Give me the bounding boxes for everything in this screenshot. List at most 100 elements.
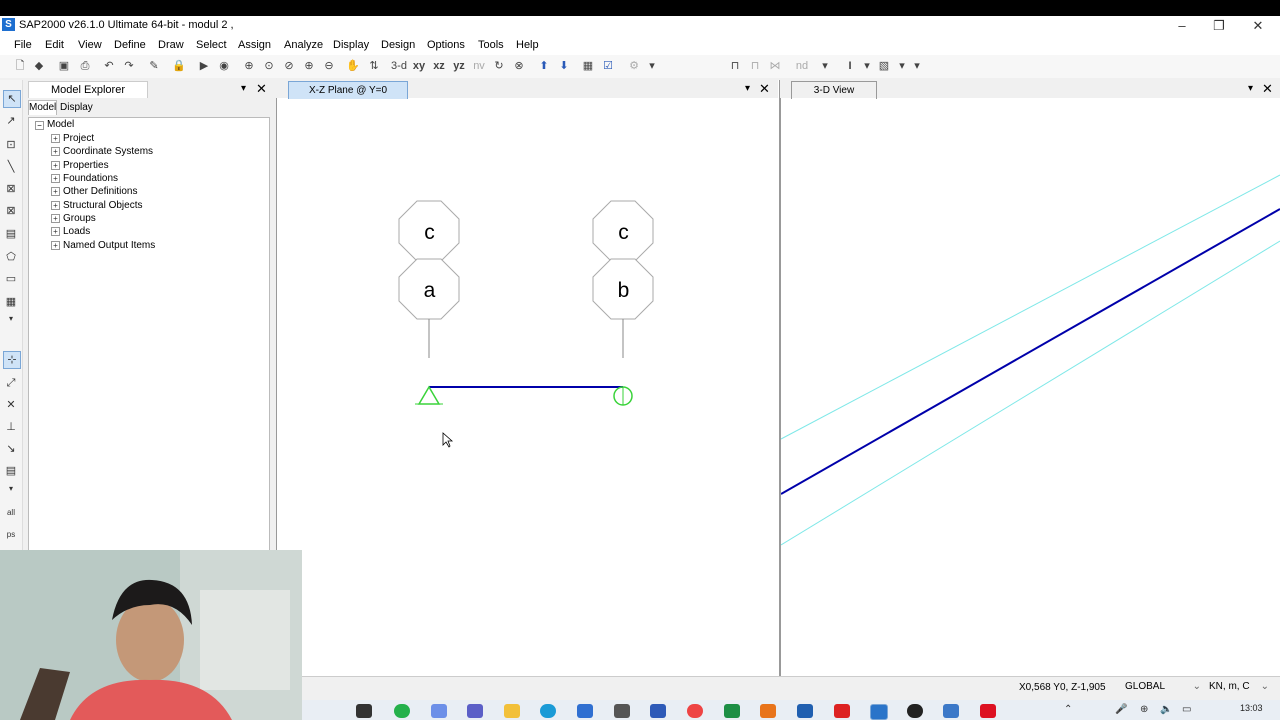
menu-display[interactable]: Display [333,39,369,51]
menu-design[interactable]: Design [381,39,415,51]
grid-options-icon[interactable]: ▦ [580,58,596,74]
store-icon[interactable] [577,704,593,718]
whatsapp-icon[interactable] [394,704,410,718]
close-icon[interactable]: ✕ [1246,17,1270,35]
menu-select[interactable]: Select [196,39,227,51]
taskbar-app-icon[interactable] [356,704,372,718]
check-icon[interactable]: ☑ [600,58,616,74]
menu-tools[interactable]: Tools [478,39,504,51]
download-icon[interactable] [797,704,813,718]
expand-icon[interactable]: + [51,214,60,223]
tree-item-project[interactable]: Project [63,133,94,144]
open-icon[interactable]: ◆ [31,58,47,74]
pin-dropdown-icon[interactable]: ▾ [745,83,750,94]
display-options-icon[interactable]: ⚙ [626,58,642,74]
snap-grid-icon[interactable]: ▤ [3,463,19,479]
menu-analyze[interactable]: Analyze [284,39,323,51]
tree-item-foundations[interactable]: Foundations [63,173,118,184]
wps-icon[interactable] [834,704,850,718]
rotate-icon[interactable]: ↻ [491,58,507,74]
redo-icon[interactable]: ↷ [121,58,137,74]
chevron-down-icon[interactable]: ▾ [817,58,833,74]
view-nv-button[interactable]: nv [471,58,487,74]
pin-dropdown-icon[interactable]: ▾ [241,83,246,94]
close-icon[interactable]: ✕ [256,81,267,97]
close-icon[interactable]: ✕ [1262,81,1273,97]
lock-icon[interactable]: 🔒 [171,58,187,74]
tree-item-properties[interactable]: Properties [63,160,109,171]
tree-item-other-definitions[interactable]: Other Definitions [63,186,137,197]
expand-icon[interactable]: + [51,134,60,143]
menu-draw[interactable]: Draw [158,39,184,51]
units-select[interactable]: KN, m, C ⌄ [1209,680,1269,694]
tree-item-structural-objects[interactable]: Structural Objects [63,200,142,211]
solid-icon[interactable]: ▦ [3,294,19,310]
restore-full-view-icon[interactable]: ⊙ [261,58,277,74]
view-yz-button[interactable]: yz [451,58,467,74]
snap-midpoint-icon[interactable]: ⤢ [3,375,19,391]
close-icon[interactable]: ✕ [759,81,770,97]
volume-icon[interactable]: 🔈 [1160,704,1172,715]
tree-root-model[interactable]: Model [47,119,74,130]
expand-icon[interactable]: + [51,187,60,196]
expand-icon[interactable]: + [51,174,60,183]
previous-selection-icon[interactable]: ps [3,527,19,543]
expand-icon[interactable]: + [51,147,60,156]
pan-icon[interactable]: ✋ [345,58,361,74]
draw-poly-area-icon[interactable]: ⬠ [3,249,19,265]
coord-system-select[interactable]: GLOBAL ⌄ [1125,680,1205,694]
menu-assign[interactable]: Assign [238,39,271,51]
microphone-icon[interactable]: 🎤 [1115,704,1127,715]
expand-icon[interactable]: + [51,241,60,250]
tab-3d-view[interactable]: 3-D View [791,81,877,99]
menu-view[interactable]: View [78,39,102,51]
chevron-down-icon[interactable]: ▾ [3,311,19,327]
zoom-window-icon[interactable]: ⊕ [241,58,257,74]
chevron-down-icon[interactable]: ▾ [909,58,925,74]
network-icon[interactable]: ⊕ [1140,704,1148,715]
frame-section-icon[interactable]: ⊓ [727,58,743,74]
expand-icon[interactable]: + [51,201,60,210]
expand-icon[interactable]: + [51,161,60,170]
teams-icon[interactable] [467,704,483,718]
chevron-up-icon[interactable]: ⌃ [1064,704,1072,715]
chevron-down-icon[interactable]: ▾ [644,58,660,74]
expand-icon[interactable]: + [51,227,60,236]
chevron-down-icon[interactable]: ▾ [859,58,875,74]
menu-file[interactable]: File [14,39,32,51]
section-designer-icon[interactable]: I [842,58,858,74]
restore-icon[interactable]: ❐ [1207,17,1231,35]
file-explorer-icon[interactable] [504,704,520,718]
nd-button[interactable]: nd [793,58,811,74]
snap-joints-icon[interactable]: ⊹ [3,351,21,369]
battery-icon[interactable]: ▭ [1182,704,1191,715]
tree-item-loads[interactable]: Loads [63,226,90,237]
app-icon[interactable] [650,704,666,718]
zoom-in-icon[interactable]: ⊕ [301,58,317,74]
refresh-window-icon[interactable]: ✎ [146,58,162,74]
tab-display[interactable]: Display [60,102,93,113]
rectangle-area-icon[interactable]: ▭ [3,271,19,287]
chevron-down-icon[interactable]: ▾ [894,58,910,74]
tree-item-groups[interactable]: Groups [63,213,96,224]
security-icon[interactable] [614,704,630,718]
menu-options[interactable]: Options [427,39,465,51]
pin-dropdown-icon[interactable]: ▾ [1248,83,1253,94]
draw-area-icon[interactable]: ▤ [3,226,19,242]
move-down-icon[interactable]: ⬇ [556,58,572,74]
draw-joint-icon[interactable]: ⊡ [3,137,19,153]
menu-define[interactable]: Define [114,39,146,51]
run-analysis-icon[interactable]: ▶ [196,58,212,74]
app-icon[interactable] [943,704,959,718]
snap-perpendicular-icon[interactable]: ⊥ [3,419,19,435]
quick-draw-frame-icon[interactable]: ⊠ [3,181,19,197]
edge-icon[interactable] [540,704,556,718]
undo-icon[interactable]: ↶ [101,58,117,74]
chrome-icon[interactable] [687,704,703,718]
minimize-icon[interactable]: – [1170,17,1194,35]
obs-icon[interactable] [907,704,923,718]
menu-edit[interactable]: Edit [45,39,64,51]
save-icon[interactable]: ▣ [56,58,72,74]
menu-help[interactable]: Help [516,39,539,51]
area-section-icon[interactable]: ▧ [876,58,892,74]
